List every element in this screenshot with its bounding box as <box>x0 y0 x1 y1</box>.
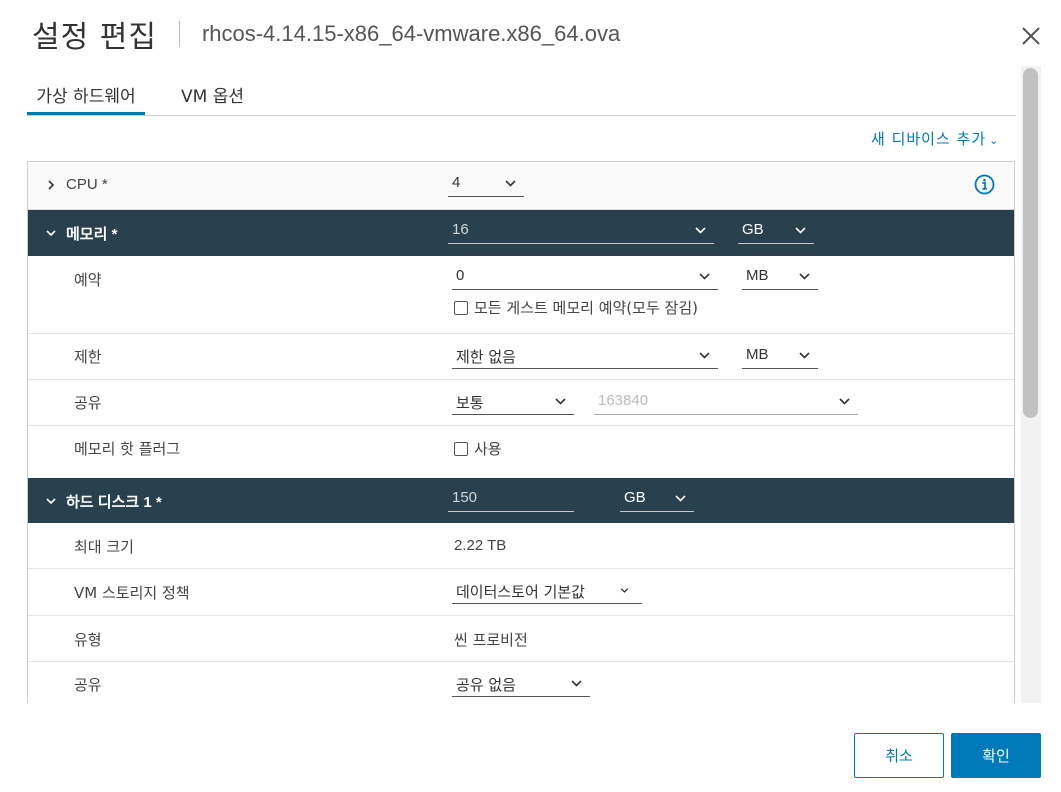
chevron-down-icon <box>699 273 710 280</box>
disk-sharing-row: 공유 공유 없음 <box>28 662 1014 703</box>
max-size-row: 최대 크기 2.22 TB <box>28 523 1014 569</box>
tab-vm-options[interactable]: VM 옵션 <box>181 78 244 115</box>
cancel-button[interactable]: 취소 <box>854 733 944 778</box>
chevron-down-icon <box>795 227 806 234</box>
reservation-unit-value: MB <box>746 267 769 284</box>
chevron-down-icon <box>675 495 686 502</box>
hard-disk-label: 하드 디스크 1 * <box>66 494 162 511</box>
dialog-header: 설정 편집 rhcos-4.14.15-x86_64-vmware.x86_64… <box>32 14 621 55</box>
limit-label: 제한 <box>74 348 102 366</box>
hot-plug-checkbox-label: 사용 <box>474 440 502 458</box>
tab-bar: 가상 하드웨어 VM 옵션 <box>27 78 1016 116</box>
checkbox-box[interactable] <box>454 441 468 456</box>
memory-limit-row: 제한 제한 없음 MB <box>28 334 1014 380</box>
chevron-down-icon <box>695 227 706 234</box>
memory-size-value: 16 <box>452 221 469 238</box>
ok-button[interactable]: 확인 <box>951 733 1041 778</box>
chevron-down-icon <box>505 180 516 187</box>
memory-unit-select[interactable]: GB <box>738 220 814 244</box>
chevron-down-icon: ⌄ <box>989 134 1000 147</box>
storage-policy-select[interactable]: 데이터스토어 기본값 <box>452 580 642 604</box>
add-device-label: 새 디바이스 추가 <box>871 130 987 148</box>
memory-section-header[interactable]: 메모리 * 16 GB <box>28 210 1014 256</box>
dialog-title: 설정 편집 <box>32 20 157 55</box>
disk-type-row: 유형 씬 프로비전 <box>28 616 1014 662</box>
close-icon[interactable] <box>1019 24 1043 48</box>
memory-hot-plug-row: 메모리 핫 플러그 사용 <box>28 426 1014 478</box>
hard-disk-size-input[interactable]: 150 <box>448 488 574 512</box>
shares-amount-value: 163840 <box>598 392 649 409</box>
scrollbar-thumb[interactable] <box>1023 68 1038 418</box>
cpu-count-select[interactable]: 4 <box>448 173 524 197</box>
reserve-all-memory-label: 모든 게스트 메모리 예약(모두 잠김) <box>474 299 698 317</box>
reservation-input[interactable]: 0 <box>452 266 718 290</box>
cpu-row[interactable]: CPU * 4 <box>28 162 1014 210</box>
disk-sharing-label: 공유 <box>74 676 102 694</box>
chevron-down-icon <box>571 680 582 687</box>
hard-disk-unit-select[interactable]: GB <box>620 488 694 512</box>
memory-label: 메모리 * <box>66 226 118 243</box>
storage-policy-row: VM 스토리지 정책 데이터스토어 기본값 <box>28 569 1014 616</box>
cpu-label: CPU * <box>66 176 108 193</box>
shares-label: 공유 <box>74 394 102 412</box>
chevron-down-icon <box>699 352 710 359</box>
vertical-scrollbar[interactable] <box>1021 66 1041 703</box>
hot-plug-checkbox[interactable]: 사용 <box>454 438 502 459</box>
info-icon[interactable] <box>974 174 995 195</box>
reservation-unit-select[interactable]: MB <box>742 266 818 290</box>
shares-level-value: 보통 <box>456 394 484 412</box>
shares-amount-input: 163840 <box>594 391 858 415</box>
hard-disk-unit-value: GB <box>624 489 646 506</box>
disk-type-value: 씬 프로비전 <box>454 631 528 649</box>
cpu-count-value: 4 <box>452 174 461 191</box>
disk-sharing-select[interactable]: 공유 없음 <box>452 673 590 697</box>
reserve-all-memory-checkbox[interactable]: 모든 게스트 메모리 예약(모두 잠김) <box>454 297 698 318</box>
chevron-down-icon <box>799 273 810 280</box>
chevron-down-icon <box>620 588 629 593</box>
title-divider <box>178 21 180 47</box>
memory-unit-value: GB <box>742 221 764 238</box>
chevron-down-icon <box>555 398 566 405</box>
tab-virtual-hardware[interactable]: 가상 하드웨어 <box>27 78 145 115</box>
chevron-down-icon[interactable] <box>45 495 57 507</box>
disk-type-label: 유형 <box>74 631 102 649</box>
checkbox-box[interactable] <box>454 300 468 315</box>
add-new-device-menu[interactable]: 새 디바이스 추가 ⌄ <box>871 128 999 149</box>
memory-shares-row: 공유 보통 163840 <box>28 380 1014 426</box>
reservation-label: 예약 <box>74 271 102 289</box>
limit-value: 제한 없음 <box>456 348 516 366</box>
hot-plug-label: 메모리 핫 플러그 <box>74 440 181 458</box>
chevron-down-icon[interactable] <box>45 227 57 239</box>
max-size-value: 2.22 TB <box>454 537 507 554</box>
memory-size-input[interactable]: 16 <box>448 220 714 244</box>
shares-level-select[interactable]: 보통 <box>452 391 574 415</box>
disk-sharing-value: 공유 없음 <box>456 676 516 694</box>
hard-disk-size-value: 150 <box>452 489 478 506</box>
max-size-label: 최대 크기 <box>74 538 134 556</box>
hardware-panel: CPU * 4 메모리 * 16 GB 예약 0 MB 모든 게스트 메모리 예… <box>27 161 1015 703</box>
dialog-subtitle: rhcos-4.14.15-x86_64-vmware.x86_64.ova <box>201 21 621 46</box>
hard-disk-section-header[interactable]: 하드 디스크 1 * 150 GB <box>28 478 1014 523</box>
chevron-right-icon[interactable] <box>45 179 57 191</box>
chevron-down-icon <box>799 352 810 359</box>
limit-unit-value: MB <box>746 346 769 363</box>
reservation-value: 0 <box>456 267 465 284</box>
limit-input[interactable]: 제한 없음 <box>452 345 718 369</box>
limit-unit-select[interactable]: MB <box>742 345 818 369</box>
memory-reservation-row: 예약 0 MB 모든 게스트 메모리 예약(모두 잠김) <box>28 256 1014 334</box>
storage-policy-label: VM 스토리지 정책 <box>74 584 190 602</box>
storage-policy-value: 데이터스토어 기본값 <box>456 583 585 601</box>
chevron-down-icon <box>839 398 850 405</box>
